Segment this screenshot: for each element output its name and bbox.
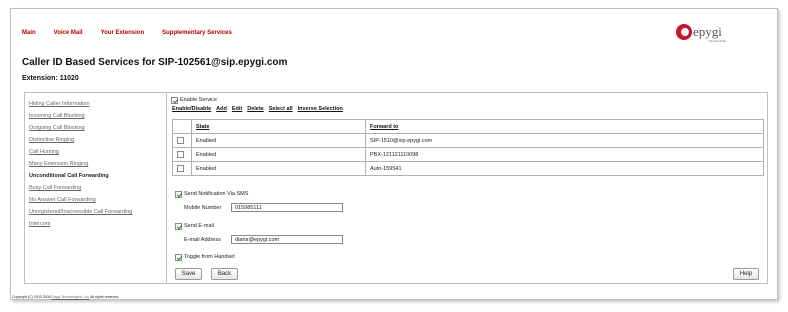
send-email-checkbox[interactable] (175, 223, 182, 230)
delete-link[interactable]: Delete (247, 106, 264, 112)
sidebar-item-many-extension-ringing[interactable]: Many Extension Ringing (29, 161, 88, 167)
send-email-label: Send E-mail (184, 223, 214, 229)
email-address-input[interactable]: diana@epygi.com (231, 235, 343, 244)
mobile-number-input[interactable]: 015985111 (231, 203, 343, 212)
select-all-link[interactable]: Select all (269, 106, 293, 112)
inverse-selection-link[interactable]: Inverse Selection (298, 106, 343, 112)
row-checkbox[interactable] (177, 165, 184, 172)
top-nav: Main Voice Mail Your Extension Supplemen… (22, 30, 232, 36)
edit-link[interactable]: Edit (232, 106, 242, 112)
enable-service-checkbox[interactable] (171, 97, 178, 104)
select-column-header (172, 119, 192, 134)
row-checkbox[interactable] (177, 137, 184, 144)
row-select-cell (172, 161, 192, 176)
toggle-handset-checkbox[interactable] (175, 254, 182, 261)
sidebar-item-unconditional-call-forwarding[interactable]: Unconditional Call Forwarding (29, 173, 109, 179)
nav-your-extension[interactable]: Your Extension (101, 30, 145, 36)
sidebar-item-distinctive-ringing[interactable]: Distinctive Ringing (29, 137, 74, 143)
forward-to-cell: PBX-121121110098 (365, 147, 764, 162)
sidebar-item-call-hunting[interactable]: Call Hunting (29, 149, 59, 155)
forward-to-column-header[interactable]: Forward to (365, 119, 764, 134)
forward-to-cell: SIP-1510@sip.epygi.com (365, 133, 764, 148)
sidebar: Hiding Caller Information Incoming Call … (24, 92, 167, 284)
save-button[interactable]: Save (175, 268, 202, 280)
state-cell: Enabled (191, 133, 366, 148)
state-column-header[interactable]: State (191, 119, 366, 134)
add-link[interactable]: Add (216, 106, 227, 112)
logo-word: epygi (693, 24, 722, 39)
nav-supplementary-services[interactable]: Supplementary Services (162, 30, 232, 36)
sidebar-item-unregistered-call-forwarding[interactable]: Unregistered/Inaccessible Call Forwardin… (29, 209, 132, 215)
back-button[interactable]: Back (211, 268, 238, 280)
row-checkbox[interactable] (177, 151, 184, 158)
sidebar-item-hiding-caller-info[interactable]: Hiding Caller Information (29, 101, 90, 107)
logo-tagline: TQuadro4HE (708, 39, 726, 43)
company-link[interactable]: Epygi Technologies, Ltd. (52, 295, 90, 299)
state-cell: Enabled (191, 147, 366, 162)
enable-service-label: Enable Service (180, 97, 217, 103)
sidebar-item-busy-call-forwarding[interactable]: Busy Call Forwarding (29, 185, 81, 191)
row-select-cell (172, 147, 192, 162)
epygi-logo: epygi TQuadro4HE (676, 22, 736, 46)
table-row[interactable]: Enabled SIP-1510@sip.epygi.com (172, 133, 764, 148)
enable-disable-link[interactable]: Enable/Disable (172, 106, 211, 112)
help-button[interactable]: Help (733, 268, 759, 280)
toggle-handset-label: Toggle from Handset (184, 254, 235, 260)
copyright-prefix: Copyright (C) 2003-2009 (12, 295, 51, 299)
sidebar-item-incoming-call-blocking[interactable]: Incoming Call Blocking (29, 113, 85, 119)
table-header-row: State Forward to (172, 119, 764, 134)
table-toolbar: Enable/Disable Add Edit Delete Select al… (172, 106, 343, 112)
sidebar-item-no-answer-call-forwarding[interactable]: No Answer Call Forwarding (29, 197, 96, 203)
state-cell: Enabled (191, 161, 366, 176)
email-address-label: E-mail Address (184, 237, 221, 243)
sidebar-item-outgoing-call-blocking[interactable]: Outgoing Call Blocking (29, 125, 85, 131)
sms-notification-checkbox[interactable] (175, 191, 182, 198)
row-select-cell (172, 133, 192, 148)
copyright-footer: Copyright (C) 2003-2009 Epygi Technologi… (12, 295, 119, 299)
nav-voice-mail[interactable]: Voice Mail (54, 30, 83, 36)
nav-main[interactable]: Main (22, 30, 36, 36)
forwarding-table: State Forward to Enabled SIP-1510@sip.ep… (172, 119, 764, 176)
sms-notification-label: Send Notification Via SMS (184, 191, 249, 197)
table-row[interactable]: Enabled PBX-121121110098 (172, 147, 764, 162)
main-panel: Enable Service Enable/Disable Add Edit D… (165, 92, 768, 284)
logo-mark-icon (676, 24, 692, 40)
forward-to-cell: Auto-159541 (365, 161, 764, 176)
copyright-suffix: All rights reserved. (90, 295, 120, 299)
page-title: Caller ID Based Services for SIP-102561@… (22, 57, 288, 68)
table-row[interactable]: Enabled Auto-159541 (172, 161, 764, 176)
extension-label: Extension: 11020 (22, 75, 79, 82)
sidebar-item-intercom[interactable]: Intercom (29, 221, 50, 227)
mobile-number-label: Mobile Number (184, 205, 222, 211)
